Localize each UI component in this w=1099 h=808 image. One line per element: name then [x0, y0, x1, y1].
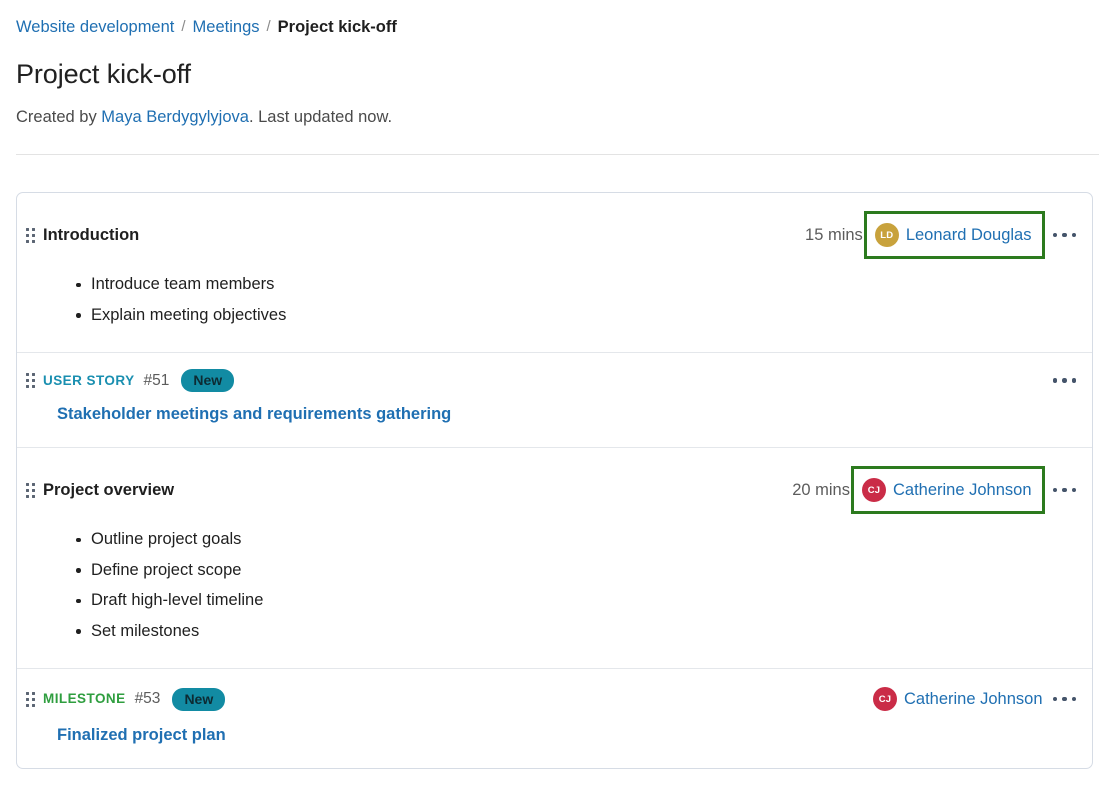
- owner-name: Catherine Johnson: [892, 481, 1032, 499]
- breadcrumb-item-current: Project kick-off: [277, 18, 397, 36]
- agenda-item-duration: 20 mins: [792, 481, 850, 499]
- drag-handle-icon[interactable]: [17, 373, 43, 388]
- agenda-item-bullets: Outline project goals Define project sco…: [17, 524, 1092, 668]
- status-badge: New: [181, 369, 235, 392]
- breadcrumb: Website development / Meetings / Project…: [16, 0, 1099, 38]
- avatar: LD: [874, 223, 899, 247]
- meeting-agenda-page: Website development / Meetings / Project…: [0, 0, 1099, 808]
- page-title: Project kick-off: [16, 59, 191, 89]
- owner-name: Catherine Johnson: [903, 690, 1043, 708]
- author-link[interactable]: Maya Berdygylyjova: [101, 108, 249, 126]
- page-subtitle: Created by Maya Berdygylyjova. Last upda…: [16, 106, 1099, 128]
- ellipsis-icon[interactable]: [1045, 691, 1085, 708]
- work-item-id: #53: [134, 690, 161, 707]
- agenda-item-title: Introduction: [43, 226, 140, 244]
- breadcrumb-item-meetings[interactable]: Meetings: [193, 16, 260, 38]
- work-item-title[interactable]: Stakeholder meetings and requirements ga…: [17, 392, 451, 447]
- created-by-label: Created by: [16, 108, 102, 126]
- breadcrumb-item-website-development[interactable]: Website development: [16, 16, 174, 38]
- last-updated-label: . Last updated now.: [248, 108, 393, 126]
- list-item: Explain meeting objectives: [76, 300, 1092, 331]
- list-item: Introduce team members: [76, 269, 1092, 300]
- work-item-type[interactable]: MILESTONE: [43, 690, 126, 708]
- status-badge: New: [172, 687, 226, 711]
- work-item-type[interactable]: USER STORY: [43, 372, 135, 390]
- agenda-row-milestone: MILESTONE #53 New CJ Catherine Johnson F…: [17, 669, 1092, 768]
- header-divider: [16, 154, 1099, 155]
- work-item-title[interactable]: Finalized project plan: [17, 713, 226, 768]
- work-item-id: #51: [143, 371, 170, 389]
- ellipsis-icon[interactable]: [1045, 482, 1085, 499]
- agenda-row-project-overview: Project overview 20 mins CJ Catherine Jo…: [17, 448, 1092, 669]
- agenda-row-introduction: Introduction 15 mins LD Leonard Douglas …: [17, 193, 1092, 353]
- agenda-item-duration: 15 mins: [805, 226, 863, 244]
- ellipsis-icon[interactable]: [1045, 372, 1085, 389]
- ellipsis-icon[interactable]: [1045, 227, 1085, 244]
- agenda-list: Introduction 15 mins LD Leonard Douglas …: [16, 192, 1093, 769]
- avatar: CJ: [872, 687, 897, 711]
- breadcrumb-separator: /: [266, 18, 271, 35]
- list-item: Set milestones: [76, 616, 1092, 647]
- drag-handle-icon[interactable]: [17, 691, 43, 707]
- work-item-owner[interactable]: CJ Catherine Johnson: [871, 685, 1045, 713]
- agenda-item-title: Project overview: [43, 481, 175, 499]
- list-item: Draft high-level timeline: [76, 585, 1092, 616]
- agenda-item-owner[interactable]: LD Leonard Douglas: [863, 211, 1045, 259]
- agenda-item-owner[interactable]: CJ Catherine Johnson: [850, 466, 1045, 514]
- list-item: Define project scope: [76, 555, 1092, 586]
- drag-handle-icon[interactable]: [17, 482, 43, 498]
- drag-handle-icon[interactable]: [17, 227, 43, 243]
- agenda-row-user-story: USER STORY #51 New Stakeholder meetings …: [17, 353, 1092, 448]
- avatar: CJ: [861, 478, 886, 502]
- agenda-item-bullets: Introduce team members Explain meeting o…: [17, 269, 1092, 352]
- breadcrumb-separator: /: [181, 18, 186, 35]
- owner-name: Leonard Douglas: [905, 226, 1032, 244]
- list-item: Outline project goals: [76, 524, 1092, 555]
